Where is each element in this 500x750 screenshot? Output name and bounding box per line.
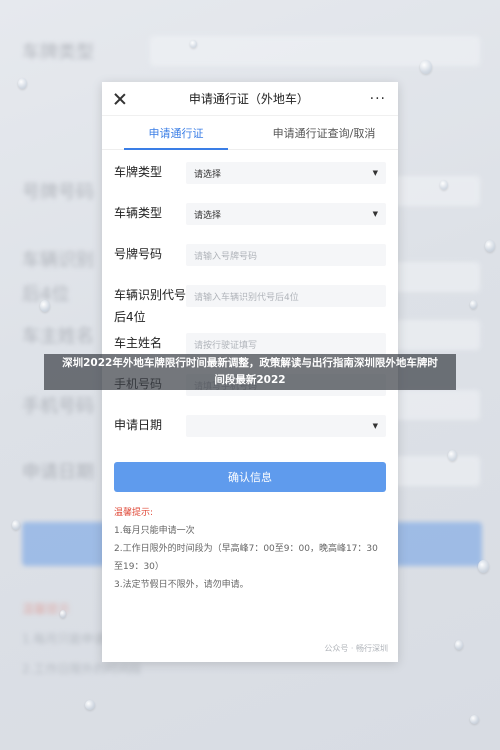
bg-row: 手机号码	[22, 396, 94, 417]
vin-label: 车辆识别代号后4位	[114, 288, 187, 324]
water-drop	[18, 78, 27, 89]
close-icon[interactable]	[112, 91, 128, 107]
plate-type-label: 车牌类型	[114, 165, 163, 179]
plate-type-select[interactable]: 请选择 ▼	[186, 162, 386, 184]
water-drop	[470, 715, 479, 724]
bg-row: 车主姓名	[22, 326, 94, 347]
confirm-button[interactable]: 确认信息	[114, 462, 386, 492]
vehicle-type-label: 车辆类型	[114, 206, 163, 220]
plate-number-input[interactable]: 请输入号牌号码	[186, 244, 386, 266]
water-drop	[60, 610, 66, 618]
bg-row: 申请日期	[22, 462, 94, 483]
water-drop	[40, 300, 50, 312]
bg-row: 车牌类型	[22, 42, 94, 63]
water-drop	[455, 640, 463, 650]
form-row-plate-type: 车牌类型 请选择 ▼	[114, 158, 386, 199]
tips-title: 温馨提示:	[114, 508, 154, 518]
headline-banner: 深圳2022年外地车牌限行时间最新调整，政策解读与出行指南深圳限外地车牌时 间段…	[44, 354, 456, 390]
vehicle-type-select[interactable]: 请选择 ▼	[186, 203, 386, 225]
form-row-plate-number: 号牌号码 请输入号牌号码	[114, 240, 386, 281]
vin-input[interactable]: 请输入车辆识别代号后4位	[186, 285, 386, 307]
tips-item: 1.每月只能申请一次	[114, 526, 195, 536]
water-drop	[420, 60, 432, 74]
tips-item: 3.法定节假日不限外，请勿申请。	[114, 580, 249, 590]
water-drop	[470, 300, 477, 309]
form-row-vin: 车辆识别代号后4位 请输入车辆识别代号后4位	[114, 281, 386, 329]
bg-row: 车辆识别	[22, 250, 94, 271]
water-drop	[485, 240, 495, 252]
more-icon[interactable]: ···	[370, 91, 386, 107]
bg-note: 2.工作日限外的时间段	[22, 662, 142, 676]
caret-down-icon: ▼	[372, 210, 378, 218]
application-form: 车牌类型 请选择 ▼ 车辆类型 请选择 ▼ 号牌号码 请输入号牌号码 车辆识别代…	[102, 150, 398, 492]
water-drop	[12, 520, 20, 530]
form-row-vehicle-type: 车辆类型 请选择 ▼	[114, 199, 386, 240]
owner-name-input[interactable]: 请按行驶证填写	[186, 333, 386, 355]
vehicle-type-value: 请选择	[194, 210, 222, 221]
tips-section: 温馨提示: 1.每月只能申请一次 2.工作日限外的时间段为（早高峰7：00至9：…	[102, 492, 398, 594]
caret-down-icon: ▼	[372, 422, 378, 430]
water-drop	[478, 560, 489, 573]
tips-item: 2.工作日限外的时间段为（早高峰7：00至9：00，晚高峰17：30至19：30…	[114, 544, 378, 572]
plate-number-label: 号牌号码	[114, 247, 163, 261]
watermark: 公众号 · 畅行深圳	[324, 644, 388, 653]
headline-line-1: 深圳2022年外地车牌限行时间最新调整，政策解读与出行指南深圳限外地车牌时	[62, 357, 438, 369]
water-drop	[448, 450, 457, 461]
bg-row: 号牌号码	[22, 182, 94, 203]
water-drop	[85, 700, 95, 710]
water-drop	[440, 180, 448, 190]
caret-down-icon: ▼	[372, 169, 378, 177]
owner-name-label: 车主姓名	[114, 336, 163, 350]
page-title: 申请通行证（外地车）	[188, 92, 309, 106]
date-select[interactable]: ▼	[186, 415, 386, 437]
plate-type-value: 请选择	[194, 169, 222, 180]
tab-bar: 申请通行证 申请通行证查询/取消	[102, 116, 398, 150]
headline-line-2: 间段最新2022	[214, 374, 286, 386]
tab-apply[interactable]: 申请通行证	[102, 116, 250, 150]
form-row-date: 申请日期 ▼	[114, 411, 386, 452]
top-bar: 申请通行证（外地车） ···	[102, 82, 398, 116]
tab-query-cancel[interactable]: 申请通行证查询/取消	[250, 116, 398, 149]
date-label: 申请日期	[114, 418, 163, 432]
water-drop	[190, 40, 197, 48]
